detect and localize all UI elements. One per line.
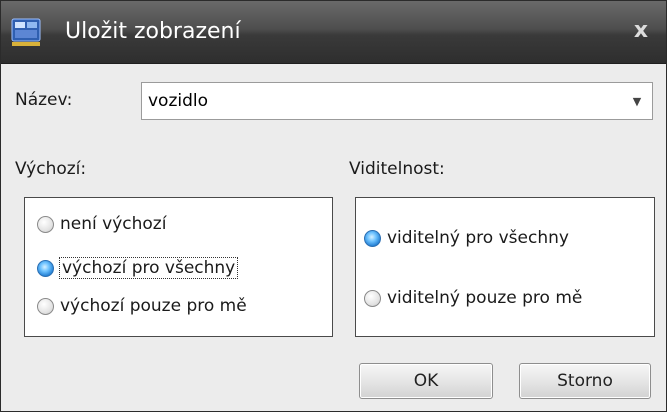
radio-label: výchozí pro všechny [58, 257, 239, 279]
radio-label: viditelný pouze pro mě [387, 288, 583, 308]
title-bar[interactable]: Uložit zobrazení x [1, 1, 666, 64]
radio-button[interactable] [37, 215, 54, 233]
radio-label: viditelný pro všechny [387, 228, 569, 248]
ok-button[interactable]: OK [359, 363, 493, 399]
radio-button[interactable] [37, 297, 54, 315]
save-view-dialog: Uložit zobrazení x Název: ▼ Výchozí: Vid… [0, 0, 667, 412]
name-combobox[interactable]: ▼ [141, 82, 653, 120]
close-button[interactable]: x [627, 17, 655, 45]
name-label: Název: [15, 90, 73, 110]
dialog-title: Uložit zobrazení [65, 19, 241, 44]
cancel-button[interactable]: Storno [519, 363, 651, 399]
visibility-group-label: Viditelnost: [349, 159, 445, 179]
radio-option-not-default[interactable]: není výchozí [37, 210, 166, 238]
radio-button-selected[interactable] [364, 229, 381, 247]
radio-button-selected[interactable] [37, 259, 54, 277]
name-input[interactable] [148, 89, 618, 113]
visibility-options-group: viditelný pro všechny viditelný pouze pr… [355, 197, 655, 337]
radio-option-default-for-all[interactable]: výchozí pro všechny [37, 254, 239, 282]
radio-label: výchozí pouze pro mě [60, 296, 247, 316]
radio-button[interactable] [364, 289, 381, 307]
default-group-label: Výchozí: [15, 159, 87, 179]
save-view-icon [11, 18, 41, 46]
radio-option-visible-for-me[interactable]: viditelný pouze pro mě [364, 284, 582, 312]
chevron-down-icon[interactable]: ▼ [628, 83, 646, 119]
radio-option-visible-for-all[interactable]: viditelný pro všechny [364, 224, 569, 252]
default-options-group: není výchozí výchozí pro všechny výchozí… [24, 197, 333, 337]
radio-option-default-for-me[interactable]: výchozí pouze pro mě [37, 292, 247, 320]
radio-label: není výchozí [60, 214, 167, 234]
